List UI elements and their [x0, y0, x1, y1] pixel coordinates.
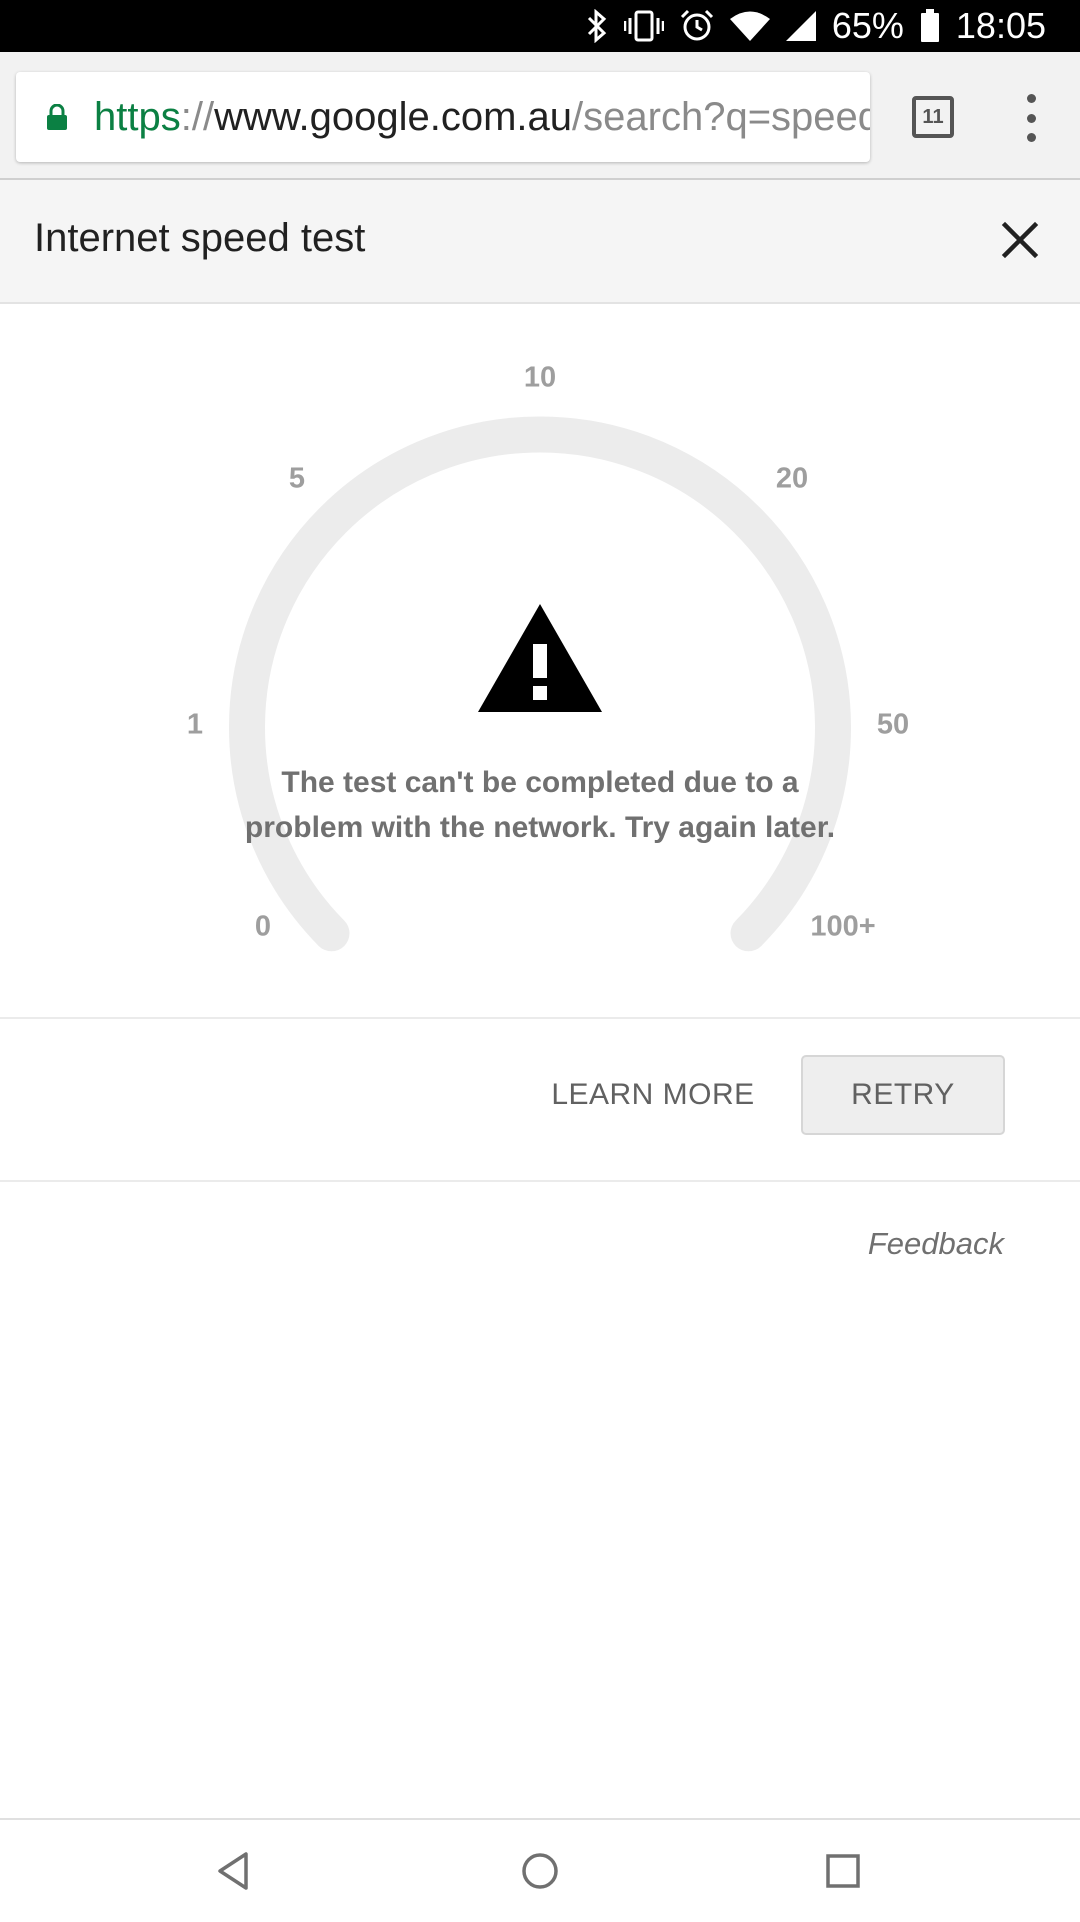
tick-label-20: 20	[775, 462, 809, 495]
wifi-icon	[729, 11, 770, 41]
system-nav-bar	[0, 1818, 1080, 1922]
panel-title: Internet speed test	[34, 216, 366, 260]
divider	[0, 1180, 1080, 1182]
tick-label-100-plus: 100+	[810, 910, 876, 943]
alarm-icon	[680, 9, 713, 41]
tab-count: 11	[922, 105, 944, 128]
bluetooth-icon	[587, 9, 607, 43]
divider	[0, 1017, 1080, 1019]
battery-percent: 65%	[831, 5, 904, 46]
signal-icon	[785, 11, 816, 41]
close-icon[interactable]	[998, 218, 1042, 262]
clock: 18:05	[955, 5, 1046, 46]
battery-icon	[920, 9, 939, 42]
tab-switcher-icon[interactable]: 11	[912, 96, 954, 138]
menu-dot	[1026, 133, 1036, 142]
back-icon[interactable]	[208, 1844, 262, 1898]
speed-test-header: Internet speed test	[0, 180, 1080, 304]
vibrate-icon	[623, 10, 664, 42]
url-separator: ://	[180, 94, 215, 139]
speed-gauge: 0 1 5 10 20 50 100+ The test can't be co…	[0, 304, 1080, 1016]
overflow-menu-icon[interactable]	[1016, 94, 1046, 142]
learn-more-button[interactable]: LEARN MORE	[548, 1060, 758, 1130]
error-message: The test can't be completed due to a pro…	[244, 766, 836, 844]
tick-label-5: 5	[288, 462, 306, 495]
url-text: https://www.google.com.au/search?q=speed…	[94, 95, 870, 140]
warning-icon	[478, 604, 602, 712]
url-scheme: https	[94, 94, 181, 139]
status-bar: 65% 18:05	[0, 0, 1080, 52]
tick-label-10: 10	[523, 361, 557, 394]
recents-icon[interactable]	[816, 1844, 870, 1898]
retry-button[interactable]: RETRY	[801, 1055, 1005, 1135]
url-path: /search?q=speed+test	[572, 94, 870, 139]
menu-dot	[1026, 94, 1036, 103]
url-bar[interactable]: https://www.google.com.au/search?q=speed…	[16, 72, 870, 162]
tick-label-1: 1	[186, 708, 204, 741]
menu-dot	[1026, 113, 1036, 123]
url-host: www.google.com.au	[214, 94, 573, 139]
status-icons: 65% 18:05	[586, 0, 1046, 52]
lock-icon	[47, 104, 67, 130]
feedback-link[interactable]: Feedback	[868, 1226, 1004, 1262]
tick-label-50: 50	[876, 708, 910, 741]
browser-toolbar: https://www.google.com.au/search?q=speed…	[0, 52, 1080, 180]
home-icon[interactable]	[513, 1844, 567, 1898]
tick-label-0: 0	[254, 910, 272, 943]
